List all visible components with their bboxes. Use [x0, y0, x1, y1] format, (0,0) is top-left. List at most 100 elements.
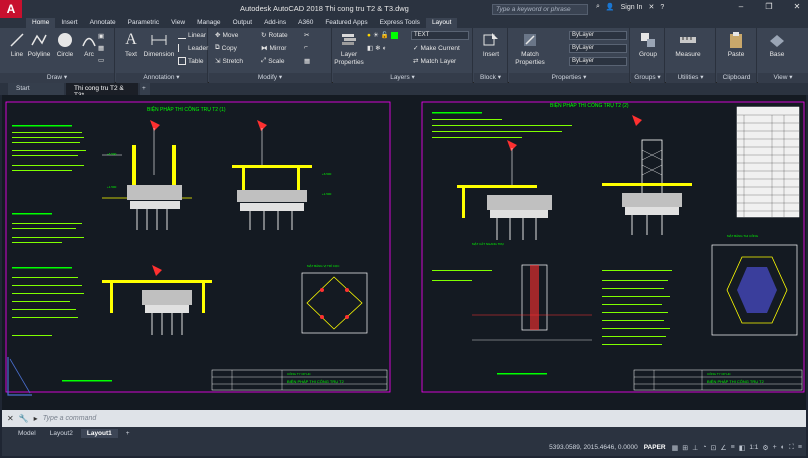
otrack-icon[interactable]: ∠ [720, 444, 726, 452]
menu-icon[interactable]: ≡ [798, 444, 802, 452]
fillet-icon[interactable]: ⌐ [304, 44, 308, 51]
close-button[interactable]: ✕ [790, 2, 804, 11]
add-layout-icon[interactable]: + [120, 429, 136, 438]
make-current-button[interactable]: ✓ Make Current [413, 44, 460, 53]
tab-view[interactable]: View [165, 18, 191, 28]
tab-layout2[interactable]: Layout2 [44, 429, 79, 438]
table-button[interactable]: Table [178, 57, 204, 65]
svg-text:+6.500: +6.500 [322, 172, 332, 176]
hatch-icon[interactable]: ▦ [98, 44, 104, 52]
move-button[interactable]: ✥ Move [215, 31, 238, 40]
command-input[interactable]: Type a command [43, 415, 97, 422]
tab-insert[interactable]: Insert [55, 18, 83, 28]
leader-button[interactable]: Leader [178, 44, 208, 52]
isolate-icon[interactable]: ◐ [781, 444, 785, 452]
properties-panel-title[interactable]: Properties ▾ [509, 73, 629, 83]
tab-express-tools[interactable]: Express Tools [374, 18, 426, 28]
drawing-canvas[interactable]: BIỆN PHÁP THI CÔNG TRỤ T2 (1) BIỆN PHÁP … [2, 95, 806, 410]
color-dropdown[interactable]: ByLayer [569, 31, 627, 40]
gear-icon[interactable]: ⚙ [762, 444, 768, 452]
ortho-icon[interactable]: ⊥ [692, 444, 698, 452]
linear-button[interactable]: Linear [178, 31, 206, 39]
base-button[interactable]: Base [762, 31, 792, 58]
linetype-dropdown[interactable]: ByLayer [569, 44, 627, 53]
osnap-icon[interactable]: ⊡ [710, 444, 716, 452]
wrench-icon[interactable]: 🔧 [19, 414, 29, 423]
stretch-button[interactable]: ⇲ Stretch [215, 57, 244, 66]
annotation-panel-title[interactable]: Annotation ▾ [116, 73, 207, 83]
close-command-icon[interactable]: ✕ [7, 414, 14, 423]
snap-icon[interactable]: ⊞ [682, 444, 688, 452]
sheet2-title-block: CÔNG TY CP HC BIỆN PHÁP THI CÔNG TRỤ T2 [497, 369, 803, 391]
tab-manage[interactable]: Manage [191, 18, 227, 28]
layers-panel-title[interactable]: Layers ▾ [333, 73, 472, 83]
tab-layout1[interactable]: Layout1 [80, 428, 118, 438]
layer-properties-button[interactable]: Layer Properties [333, 31, 365, 67]
modify-panel-title[interactable]: Modify ▾ [209, 73, 331, 83]
insert-button[interactable]: Insert [476, 31, 506, 58]
array-icon[interactable]: ▦ [304, 57, 310, 65]
layer-tools-icons[interactable]: ◧ ❄ ◐ [367, 44, 387, 53]
fullscreen-icon[interactable]: ⛶ [789, 444, 794, 452]
mirror-button[interactable]: ⧓ Mirror [261, 44, 287, 53]
trim-icon[interactable]: ✂ [304, 31, 309, 39]
scale-label: Scale [268, 57, 285, 65]
drawing-svg: BIỆN PHÁP THI CÔNG TRỤ T2 (1) BIỆN PHÁP … [5, 101, 805, 396]
measure-button[interactable]: Measure [672, 31, 704, 58]
rectangle-icon[interactable]: ▭ [98, 56, 104, 64]
view-panel-title[interactable]: View ▾ [758, 73, 808, 83]
sign-in-button[interactable]: Sign In [621, 4, 643, 11]
tab-add-ins[interactable]: Add-ins [258, 18, 292, 28]
tab-model[interactable]: Model [12, 429, 42, 438]
plus-icon[interactable]: + [773, 444, 777, 452]
match-layer-button[interactable]: ⇄ Match Layer [413, 57, 456, 66]
dimension-button[interactable]: Dimension [142, 31, 176, 58]
copy-button[interactable]: ⧉ Copy [215, 44, 237, 52]
make-current-label: Make Current [420, 44, 460, 52]
tab-a360[interactable]: A360 [292, 18, 319, 28]
sheet2-elevation-2 [602, 115, 692, 235]
tab-output[interactable]: Output [227, 18, 259, 28]
rotate-button[interactable]: ↻ Rotate [261, 31, 288, 40]
match-properties-button[interactable]: Match Properties [513, 31, 547, 67]
base-view-icon [770, 35, 784, 47]
tab-annotate[interactable]: Annotate [84, 18, 122, 28]
maximize-button[interactable]: ❐ [762, 2, 776, 11]
autocad-logo-icon[interactable]: A [0, 0, 22, 18]
draw-panel-title[interactable]: Draw ▾ [0, 73, 114, 83]
minimize-button[interactable]: – [734, 2, 748, 11]
layer-dropdown[interactable]: TEXT [411, 31, 469, 40]
coordinates-readout[interactable]: 5393.0589, 2015.4646, 0.0000 [549, 444, 638, 451]
annotation-scale[interactable]: 1:1 [749, 444, 758, 451]
scale-button[interactable]: ⤢ Scale [261, 57, 284, 65]
group-button[interactable]: Group [633, 31, 663, 58]
lineweight-dropdown[interactable]: ByLayer [569, 57, 627, 66]
grid-icon[interactable]: ▦ [672, 444, 679, 452]
tab-featured-apps[interactable]: Featured Apps [319, 18, 373, 28]
paste-button[interactable]: Paste [721, 31, 751, 58]
help-icon[interactable]: ? [660, 4, 664, 11]
transparency-icon[interactable]: ◧ [739, 444, 746, 452]
search-input[interactable]: Type a keyword or phrase [492, 4, 588, 15]
draw-more-icon[interactable]: ▣ [98, 32, 104, 40]
utilities-panel-title[interactable]: Utilities ▾ [666, 73, 715, 83]
stretch-label: Stretch [222, 57, 244, 65]
file-tab-drawing[interactable]: Thi cong tru T2 & T3* [66, 83, 138, 99]
paper-space-toggle[interactable]: PAPER [644, 444, 666, 451]
user-icon[interactable]: 👤 [606, 3, 615, 11]
exchange-icon[interactable]: ✕ [648, 3, 654, 11]
groups-panel-title[interactable]: Groups ▾ [631, 73, 664, 83]
lineweight-icon[interactable]: ≡ [731, 444, 735, 452]
layer-state-icons[interactable]: ● ☀ 🔓 [367, 31, 398, 39]
search-icon[interactable]: ⌕ [596, 3, 600, 11]
block-panel-title[interactable]: Block ▾ [474, 73, 507, 83]
tab-parametric[interactable]: Parametric [122, 18, 165, 28]
file-tab-start[interactable]: Start [8, 83, 64, 95]
new-tab-icon[interactable]: + [140, 83, 150, 95]
tab-layout[interactable]: Layout [425, 18, 458, 28]
command-prompt-icon[interactable]: ▸ [34, 414, 38, 423]
mirror-label: Mirror [269, 44, 287, 52]
clipboard-panel-title[interactable]: Clipboard [717, 73, 756, 83]
tab-home[interactable]: Home [26, 18, 56, 28]
polar-icon[interactable]: ◔ [702, 444, 706, 452]
